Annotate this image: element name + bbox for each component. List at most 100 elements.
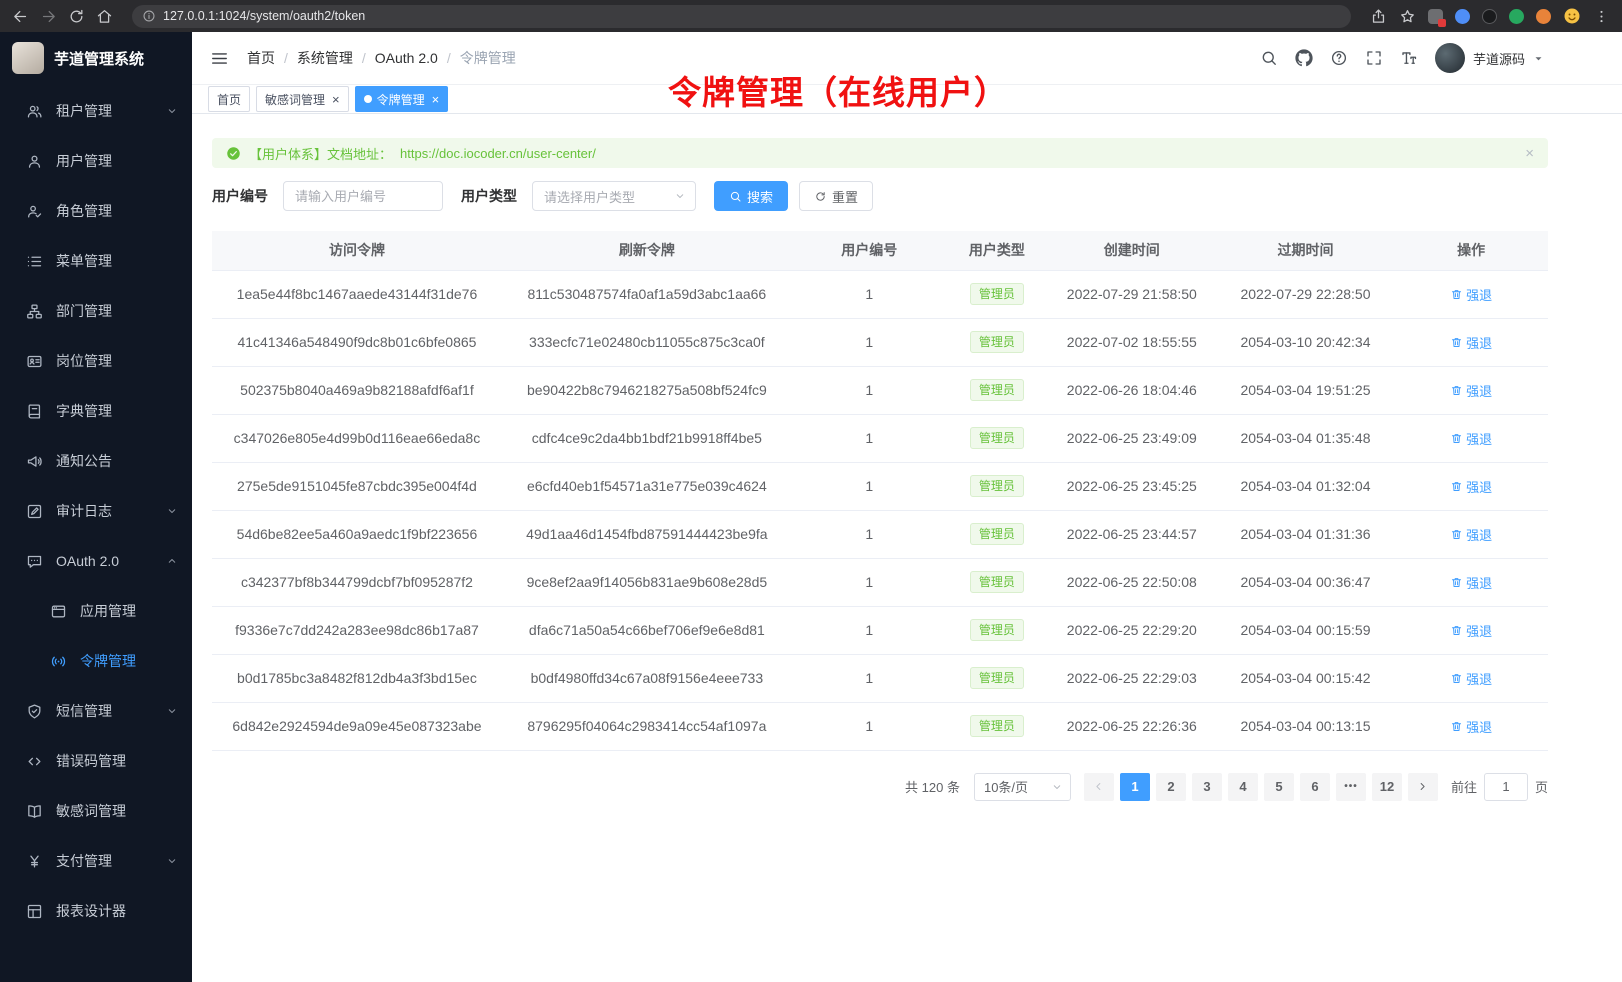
tab-2[interactable]: 令牌管理 ×: [355, 86, 449, 112]
force-logout-button[interactable]: 强退: [1450, 573, 1492, 592]
force-logout-button[interactable]: 强退: [1450, 525, 1492, 544]
user-id-cell: 1: [792, 558, 947, 606]
tab-close-icon[interactable]: ×: [432, 93, 440, 106]
create-time-cell: 2022-07-02 18:55:55: [1047, 318, 1217, 366]
breadcrumb-item[interactable]: OAuth 2.0: [375, 50, 438, 66]
tab-close-icon[interactable]: ×: [332, 93, 340, 106]
force-logout-button[interactable]: 强退: [1450, 477, 1492, 496]
force-logout-button[interactable]: 强退: [1450, 669, 1492, 688]
sidebar-item-post[interactable]: 岗位管理: [0, 336, 192, 386]
force-logout-button[interactable]: 强退: [1450, 333, 1492, 352]
force-logout-button[interactable]: 强退: [1450, 621, 1492, 640]
tab-0[interactable]: 首页: [208, 86, 250, 112]
user-type-badge: 管理员: [970, 379, 1024, 401]
column-header: 刷新令牌: [502, 231, 792, 270]
help-icon[interactable]: [1330, 49, 1348, 67]
access-token-cell: 502375b8040a469a9b82188afdf6af1f: [212, 366, 502, 414]
extension-blue-icon[interactable]: [1455, 9, 1470, 24]
force-logout-button[interactable]: 强退: [1450, 429, 1492, 448]
extension-dark-icon[interactable]: [1482, 9, 1497, 24]
app-logo[interactable]: 芋道管理系统: [0, 32, 192, 84]
page-button-6[interactable]: 6: [1300, 773, 1330, 801]
reset-button-label: 重置: [832, 187, 858, 206]
sidebar-item-role[interactable]: 角色管理: [0, 186, 192, 236]
user-type-select[interactable]: 请选择用户类型: [532, 181, 696, 211]
sidebar-item-token[interactable]: 令牌管理: [0, 636, 192, 686]
force-logout-button[interactable]: 强退: [1450, 285, 1492, 304]
search-button[interactable]: 搜索: [714, 181, 788, 211]
breadcrumb-item[interactable]: 系统管理: [297, 48, 353, 68]
avatar: [1435, 43, 1465, 73]
tab-1[interactable]: 敏感词管理 ×: [256, 86, 349, 112]
font-size-icon[interactable]: [1400, 49, 1418, 67]
extension-badge-icon[interactable]: [1428, 9, 1443, 24]
bookmark-star-icon[interactable]: [1399, 8, 1416, 25]
delete-icon: [1450, 720, 1463, 733]
force-logout-button[interactable]: 强退: [1450, 717, 1492, 736]
extension-green-icon[interactable]: [1509, 9, 1524, 24]
browser-address-bar[interactable]: 127.0.0.1:1024/system/oauth2/token: [132, 5, 1351, 28]
breadcrumb-item[interactable]: 令牌管理: [460, 48, 516, 68]
active-tab-dot: [364, 95, 372, 103]
page-button-5[interactable]: 5: [1264, 773, 1294, 801]
sidebar-item-app[interactable]: 应用管理: [0, 586, 192, 636]
force-logout-button[interactable]: 强退: [1450, 381, 1492, 400]
prev-page-button[interactable]: [1084, 773, 1114, 801]
profile-avatar-icon[interactable]: [1563, 7, 1581, 25]
sidebar-item-audit[interactable]: 审计日志: [0, 486, 192, 536]
sidebar-item-dept[interactable]: 部门管理: [0, 286, 192, 336]
sidebar-menu: 租户管理 用户管理 角色管理 菜单管理 部门管理 岗位管理 字典管理 通知公告 …: [0, 84, 192, 982]
user-type-badge: 管理员: [970, 715, 1024, 737]
github-icon[interactable]: [1295, 49, 1313, 67]
user-id-cell: 1: [792, 510, 947, 558]
breadcrumb-separator: /: [362, 50, 366, 66]
reset-button[interactable]: 重置: [799, 181, 873, 211]
user-id-input[interactable]: [283, 181, 443, 211]
page-button-2[interactable]: 2: [1156, 773, 1186, 801]
site-info-icon[interactable]: [142, 9, 156, 23]
create-time-cell: 2022-06-25 22:26:36: [1047, 702, 1217, 750]
expire-time-cell: 2054-03-04 19:51:25: [1217, 366, 1395, 414]
browser-menu-icon[interactable]: [1593, 8, 1610, 25]
alert-close-icon[interactable]: ×: [1525, 146, 1534, 161]
sidebar-item-pay[interactable]: 支付管理: [0, 836, 192, 886]
sidebar-item-report[interactable]: 报表设计器: [0, 886, 192, 936]
sidebar-item-errcode[interactable]: 错误码管理: [0, 736, 192, 786]
report-icon: [26, 903, 43, 920]
sidebar-item-oauth[interactable]: OAuth 2.0: [0, 536, 192, 586]
doc-link[interactable]: https://doc.iocoder.cn/user-center/: [400, 146, 596, 161]
collapse-menu-icon[interactable]: [210, 49, 229, 68]
page-button-12[interactable]: 12: [1372, 773, 1402, 801]
jump-page-input[interactable]: [1484, 773, 1528, 801]
browser-forward-icon[interactable]: [40, 8, 57, 25]
more-pages-button[interactable]: •••: [1336, 773, 1366, 801]
share-icon[interactable]: [1370, 8, 1387, 25]
page-button-1[interactable]: 1: [1120, 773, 1150, 801]
fullscreen-icon[interactable]: [1365, 49, 1383, 67]
page-size-select[interactable]: 10条/页: [974, 773, 1071, 801]
browser-home-icon[interactable]: [96, 8, 113, 25]
sidebar-item-menu[interactable]: 菜单管理: [0, 236, 192, 286]
access-token-cell: b0d1785bc3a8482f812db4a3f3bd15ec: [212, 654, 502, 702]
sidebar-item-user[interactable]: 用户管理: [0, 136, 192, 186]
refresh-token-cell: b0df4980ffd34c67a08f9156e4eee733: [502, 654, 792, 702]
browser-reload-icon[interactable]: [68, 8, 85, 25]
sidebar-item-sensitive[interactable]: 敏感词管理: [0, 786, 192, 836]
sidebar-item-tenant[interactable]: 租户管理: [0, 86, 192, 136]
sidebar-item-sms[interactable]: 短信管理: [0, 686, 192, 736]
delete-icon: [1450, 672, 1463, 685]
browser-back-icon[interactable]: [12, 8, 29, 25]
next-page-button[interactable]: [1408, 773, 1438, 801]
extension-orange-icon[interactable]: [1536, 9, 1551, 24]
page-button-4[interactable]: 4: [1228, 773, 1258, 801]
sidebar-item-dict[interactable]: 字典管理: [0, 386, 192, 436]
page-button-3[interactable]: 3: [1192, 773, 1222, 801]
user-icon: [26, 153, 43, 170]
sidebar-item-notice[interactable]: 通知公告: [0, 436, 192, 486]
breadcrumb-item[interactable]: 首页: [247, 48, 275, 68]
user-menu[interactable]: 芋道源码: [1435, 43, 1544, 73]
column-header: 操作: [1394, 231, 1548, 270]
search-icon[interactable]: [1260, 49, 1278, 67]
access-token-cell: 41c41346a548490f9dc8b01c6bfe0865: [212, 318, 502, 366]
create-time-cell: 2022-06-25 22:50:08: [1047, 558, 1217, 606]
